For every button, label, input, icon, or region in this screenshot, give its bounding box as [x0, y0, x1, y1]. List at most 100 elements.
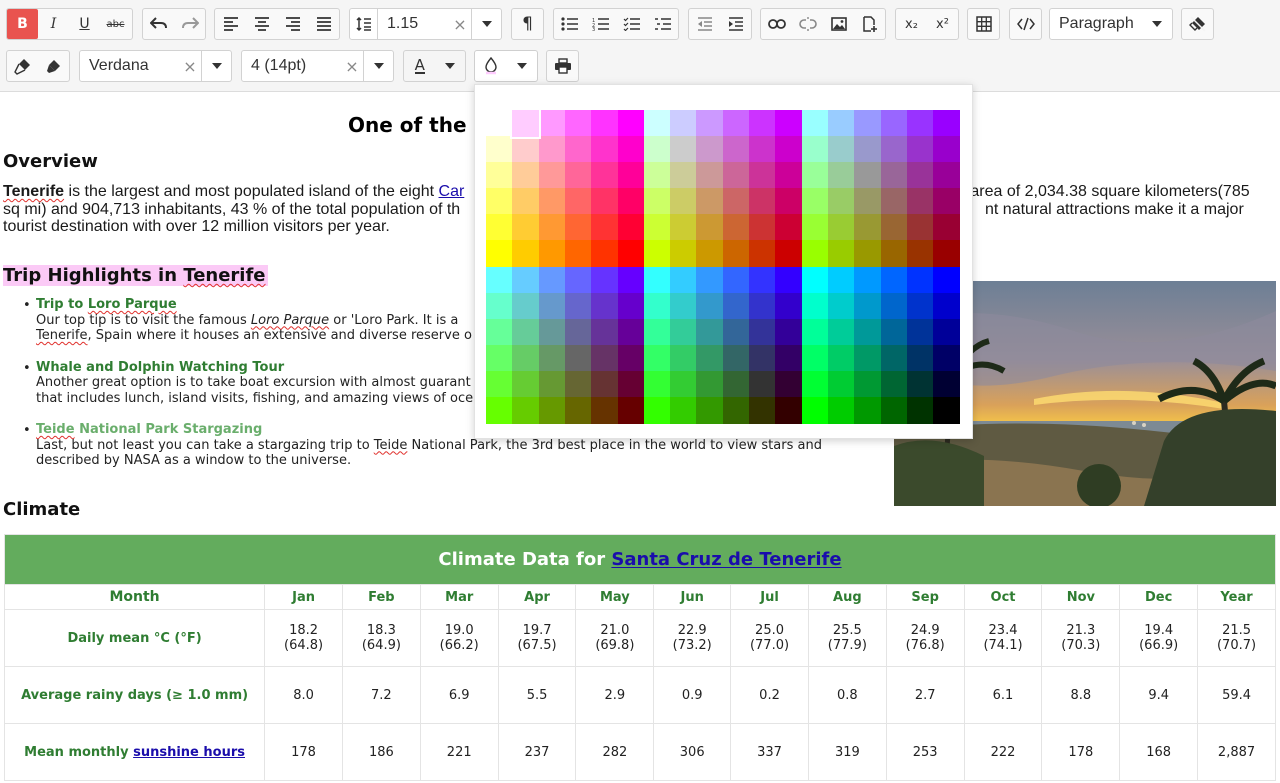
align-right-button[interactable] [277, 9, 308, 39]
color-swatch[interactable] [801, 240, 829, 268]
color-swatch[interactable] [670, 318, 698, 346]
color-swatch[interactable] [486, 240, 513, 268]
color-swatch[interactable] [775, 396, 803, 424]
color-swatch[interactable] [801, 370, 829, 398]
color-swatch[interactable] [775, 318, 803, 346]
color-swatch[interactable] [801, 266, 829, 294]
color-swatch[interactable] [617, 396, 645, 424]
color-swatch[interactable] [591, 292, 619, 320]
color-swatch[interactable] [670, 136, 698, 164]
color-swatch[interactable] [880, 266, 908, 294]
color-swatch[interactable] [801, 136, 829, 164]
color-swatch[interactable] [670, 266, 698, 294]
color-swatch[interactable] [564, 110, 592, 137]
color-swatch[interactable] [564, 318, 592, 346]
color-swatch[interactable] [670, 396, 698, 424]
color-swatch[interactable] [617, 370, 645, 398]
color-swatch[interactable] [643, 214, 671, 242]
color-swatch[interactable] [670, 370, 698, 398]
insert-link-button[interactable] [761, 9, 792, 39]
color-swatch[interactable] [880, 292, 908, 320]
color-swatch[interactable] [933, 188, 961, 216]
color-swatch[interactable] [827, 136, 855, 164]
color-swatch[interactable] [749, 370, 776, 398]
color-swatch[interactable] [617, 188, 645, 216]
color-swatch[interactable] [486, 188, 513, 216]
insert-image-button[interactable] [823, 9, 854, 39]
color-swatch[interactable] [749, 136, 776, 164]
color-swatch[interactable] [749, 240, 776, 268]
color-swatch[interactable] [749, 318, 776, 346]
color-swatch[interactable] [486, 136, 513, 164]
sunshine-hours-link[interactable]: sunshine hours [133, 745, 245, 760]
color-swatch[interactable] [564, 370, 592, 398]
color-swatch[interactable] [512, 240, 540, 268]
color-swatch[interactable] [775, 292, 803, 320]
apply-format-button[interactable] [38, 51, 69, 81]
color-swatch[interactable] [906, 318, 934, 346]
color-swatch[interactable] [827, 292, 855, 320]
color-swatch[interactable] [617, 214, 645, 242]
color-swatch[interactable] [512, 344, 540, 372]
color-swatch[interactable] [512, 266, 540, 294]
color-swatch[interactable] [906, 136, 934, 164]
color-swatch[interactable] [538, 292, 566, 320]
color-swatch[interactable] [564, 240, 592, 268]
color-swatch[interactable] [801, 396, 829, 424]
color-swatch[interactable] [880, 214, 908, 242]
color-swatch[interactable] [538, 266, 566, 294]
color-swatch[interactable] [510, 108, 542, 139]
color-swatch[interactable] [617, 266, 645, 294]
color-swatch[interactable] [775, 240, 803, 268]
color-swatch[interactable] [854, 292, 882, 320]
color-swatch[interactable] [722, 318, 750, 346]
color-swatch[interactable] [670, 292, 698, 320]
color-swatch[interactable] [591, 266, 619, 294]
color-swatch[interactable] [722, 214, 750, 242]
color-swatch[interactable] [854, 318, 882, 346]
background-color-button[interactable] [475, 51, 507, 81]
color-swatch[interactable] [906, 370, 934, 398]
color-swatch[interactable] [880, 318, 908, 346]
color-swatch[interactable] [643, 188, 671, 216]
color-swatch[interactable] [827, 162, 855, 190]
color-swatch[interactable] [775, 370, 803, 398]
color-swatch[interactable] [854, 344, 882, 372]
color-swatch[interactable] [591, 110, 619, 137]
color-swatch[interactable] [591, 318, 619, 346]
color-swatch[interactable] [854, 266, 882, 294]
color-swatch[interactable] [670, 240, 698, 268]
color-swatch[interactable] [880, 110, 908, 137]
color-swatch[interactable] [643, 162, 671, 190]
color-swatch[interactable] [538, 188, 566, 216]
color-swatch[interactable] [933, 266, 961, 294]
color-swatch[interactable] [933, 370, 961, 398]
color-swatch[interactable] [827, 396, 855, 424]
color-swatch[interactable] [722, 240, 750, 268]
color-swatch[interactable] [512, 214, 540, 242]
color-swatch[interactable] [564, 396, 592, 424]
color-swatch[interactable] [486, 162, 513, 190]
color-swatch[interactable] [827, 318, 855, 346]
redo-button[interactable] [174, 9, 205, 39]
color-swatch[interactable] [643, 110, 671, 137]
color-swatch[interactable] [827, 188, 855, 216]
outdent-button[interactable] [689, 9, 720, 39]
numbered-list-button[interactable]: 123 [585, 9, 616, 39]
unlink-button[interactable] [792, 9, 823, 39]
insert-file-button[interactable] [854, 9, 885, 39]
align-left-button[interactable] [215, 9, 246, 39]
clear-formatting-button[interactable] [1182, 9, 1213, 39]
color-swatch[interactable] [933, 318, 961, 346]
color-swatch[interactable] [880, 240, 908, 268]
color-swatch[interactable] [617, 240, 645, 268]
color-swatch[interactable] [827, 266, 855, 294]
color-swatch[interactable] [775, 266, 803, 294]
color-swatch[interactable] [906, 292, 934, 320]
color-swatch[interactable] [801, 318, 829, 346]
line-height-dropdown-button[interactable] [471, 9, 501, 39]
color-swatch[interactable] [670, 162, 698, 190]
color-swatch[interactable] [854, 396, 882, 424]
color-swatch[interactable] [906, 266, 934, 294]
color-swatch[interactable] [643, 370, 671, 398]
